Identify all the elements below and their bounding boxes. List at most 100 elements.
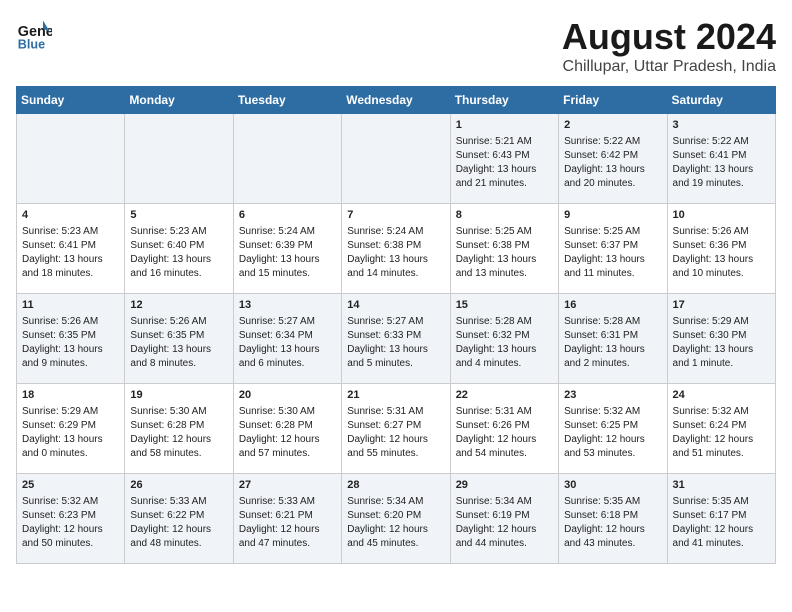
calendar-cell: 22Sunrise: 5:31 AM Sunset: 6:26 PM Dayli… [450,384,558,474]
calendar-cell [233,114,341,204]
calendar-cell: 8 Sunrise: 5:25 AM Sunset: 6:38 PM Daylig… [450,204,558,294]
day-number: 14 [347,298,444,313]
day-info: Sunrise: 5:26 AM Sunset: 6:35 PM Dayligh… [22,316,103,369]
day-info: Sunrise: 5:25 AM Sunset: 6:38 PM Dayligh… [456,226,537,279]
day-info: Sunrise: 5:21 AM Sunset: 6:43 PM Dayligh… [456,136,537,189]
day-number: 27 [239,478,336,493]
calendar-cell: 2 Sunrise: 5:22 AM Sunset: 6:42 PM Daylig… [559,114,667,204]
weekday-header-friday: Friday [559,87,667,114]
day-info: Sunrise: 5:22 AM Sunset: 6:42 PM Dayligh… [564,136,645,189]
day-info: Sunrise: 5:26 AM Sunset: 6:36 PM Dayligh… [673,226,754,279]
day-info: Sunrise: 5:31 AM Sunset: 6:27 PM Dayligh… [347,406,428,459]
day-number: 7 [347,208,444,223]
day-number: 19 [130,388,227,403]
weekday-header-row: SundayMondayTuesdayWednesdayThursdayFrid… [17,87,776,114]
week-row-2: 4 Sunrise: 5:23 AM Sunset: 6:41 PM Daylig… [17,204,776,294]
page-header: General Blue August 2024 Chillupar, Utta… [16,16,776,76]
calendar-cell: 4 Sunrise: 5:23 AM Sunset: 6:41 PM Daylig… [17,204,125,294]
day-info: Sunrise: 5:34 AM Sunset: 6:20 PM Dayligh… [347,496,428,549]
day-number: 17 [673,298,770,313]
day-number: 4 [22,208,119,223]
day-number: 16 [564,298,661,313]
day-info: Sunrise: 5:22 AM Sunset: 6:41 PM Dayligh… [673,136,754,189]
calendar-cell: 15 Sunrise: 5:28 AM Sunset: 6:32 PM Dayli… [450,294,558,384]
day-info: Sunrise: 5:28 AM Sunset: 6:32 PM Dayligh… [456,316,537,369]
weekday-header-saturday: Saturday [667,87,775,114]
calendar-cell: 28 Sunrise: 5:34 AM Sunset: 6:20 PM Dayli… [342,474,450,564]
calendar-cell: 21Sunrise: 5:31 AM Sunset: 6:27 PM Dayli… [342,384,450,474]
day-number: 31 [673,478,770,493]
day-number: 24 [673,388,770,403]
weekday-header-tuesday: Tuesday [233,87,341,114]
logo: General Blue [16,16,52,52]
week-row-5: 25Sunrise: 5:32 AM Sunset: 6:23 PM Dayli… [17,474,776,564]
calendar-cell: 17 Sunrise: 5:29 AM Sunset: 6:30 PM Dayli… [667,294,775,384]
day-info: Sunrise: 5:30 AM Sunset: 6:28 PM Dayligh… [239,406,320,459]
day-info: Sunrise: 5:35 AM Sunset: 6:17 PM Dayligh… [673,496,754,549]
day-number: 23 [564,388,661,403]
logo-icon: General Blue [16,16,52,52]
month-year-title: August 2024 [562,16,776,58]
calendar-cell: 7Sunrise: 5:24 AM Sunset: 6:38 PM Daylig… [342,204,450,294]
day-info: Sunrise: 5:32 AM Sunset: 6:24 PM Dayligh… [673,406,754,459]
calendar-cell: 31 Sunrise: 5:35 AM Sunset: 6:17 PM Dayli… [667,474,775,564]
day-info: Sunrise: 5:23 AM Sunset: 6:40 PM Dayligh… [130,226,211,279]
calendar-cell: 30 Sunrise: 5:35 AM Sunset: 6:18 PM Dayli… [559,474,667,564]
day-number: 9 [564,208,661,223]
day-info: Sunrise: 5:29 AM Sunset: 6:30 PM Dayligh… [673,316,754,369]
calendar-cell: 11Sunrise: 5:26 AM Sunset: 6:35 PM Dayli… [17,294,125,384]
day-info: Sunrise: 5:34 AM Sunset: 6:19 PM Dayligh… [456,496,537,549]
weekday-header-monday: Monday [125,87,233,114]
day-info: Sunrise: 5:29 AM Sunset: 6:29 PM Dayligh… [22,406,103,459]
day-info: Sunrise: 5:32 AM Sunset: 6:25 PM Dayligh… [564,406,645,459]
location-subtitle: Chillupar, Uttar Pradesh, India [562,58,776,76]
day-number: 28 [347,478,444,493]
calendar-cell: 23 Sunrise: 5:32 AM Sunset: 6:25 PM Dayli… [559,384,667,474]
day-number: 29 [456,478,553,493]
day-info: Sunrise: 5:33 AM Sunset: 6:21 PM Dayligh… [239,496,320,549]
calendar-cell: 1Sunrise: 5:21 AM Sunset: 6:43 PM Daylig… [450,114,558,204]
day-number: 6 [239,208,336,223]
title-block: August 2024 Chillupar, Uttar Pradesh, In… [562,16,776,76]
calendar-cell: 25Sunrise: 5:32 AM Sunset: 6:23 PM Dayli… [17,474,125,564]
day-number: 8 [456,208,553,223]
calendar-cell: 10 Sunrise: 5:26 AM Sunset: 6:36 PM Dayli… [667,204,775,294]
day-info: Sunrise: 5:23 AM Sunset: 6:41 PM Dayligh… [22,226,103,279]
week-row-3: 11Sunrise: 5:26 AM Sunset: 6:35 PM Dayli… [17,294,776,384]
day-number: 20 [239,388,336,403]
calendar-cell: 12 Sunrise: 5:26 AM Sunset: 6:35 PM Dayli… [125,294,233,384]
day-number: 22 [456,388,553,403]
weekday-header-wednesday: Wednesday [342,87,450,114]
calendar-cell: 29 Sunrise: 5:34 AM Sunset: 6:19 PM Dayli… [450,474,558,564]
calendar-cell: 20 Sunrise: 5:30 AM Sunset: 6:28 PM Dayli… [233,384,341,474]
day-number: 30 [564,478,661,493]
calendar-table: SundayMondayTuesdayWednesdayThursdayFrid… [16,86,776,564]
day-number: 5 [130,208,227,223]
week-row-4: 18 Sunrise: 5:29 AM Sunset: 6:29 PM Dayli… [17,384,776,474]
calendar-cell: 27 Sunrise: 5:33 AM Sunset: 6:21 PM Dayli… [233,474,341,564]
day-info: Sunrise: 5:25 AM Sunset: 6:37 PM Dayligh… [564,226,645,279]
calendar-cell [17,114,125,204]
day-number: 12 [130,298,227,313]
calendar-cell [125,114,233,204]
week-row-1: 1Sunrise: 5:21 AM Sunset: 6:43 PM Daylig… [17,114,776,204]
day-info: Sunrise: 5:24 AM Sunset: 6:39 PM Dayligh… [239,226,320,279]
day-number: 15 [456,298,553,313]
day-number: 26 [130,478,227,493]
calendar-cell: 18 Sunrise: 5:29 AM Sunset: 6:29 PM Dayli… [17,384,125,474]
day-number: 13 [239,298,336,313]
calendar-cell [342,114,450,204]
day-info: Sunrise: 5:27 AM Sunset: 6:33 PM Dayligh… [347,316,428,369]
day-info: Sunrise: 5:26 AM Sunset: 6:35 PM Dayligh… [130,316,211,369]
day-info: Sunrise: 5:35 AM Sunset: 6:18 PM Dayligh… [564,496,645,549]
calendar-cell: 14 Sunrise: 5:27 AM Sunset: 6:33 PM Dayli… [342,294,450,384]
day-info: Sunrise: 5:32 AM Sunset: 6:23 PM Dayligh… [22,496,103,549]
day-number: 18 [22,388,119,403]
calendar-cell: 16Sunrise: 5:28 AM Sunset: 6:31 PM Dayli… [559,294,667,384]
calendar-cell: 6 Sunrise: 5:24 AM Sunset: 6:39 PM Daylig… [233,204,341,294]
day-info: Sunrise: 5:30 AM Sunset: 6:28 PM Dayligh… [130,406,211,459]
calendar-cell: 9 Sunrise: 5:25 AM Sunset: 6:37 PM Daylig… [559,204,667,294]
day-number: 10 [673,208,770,223]
day-info: Sunrise: 5:33 AM Sunset: 6:22 PM Dayligh… [130,496,211,549]
day-number: 2 [564,118,661,133]
